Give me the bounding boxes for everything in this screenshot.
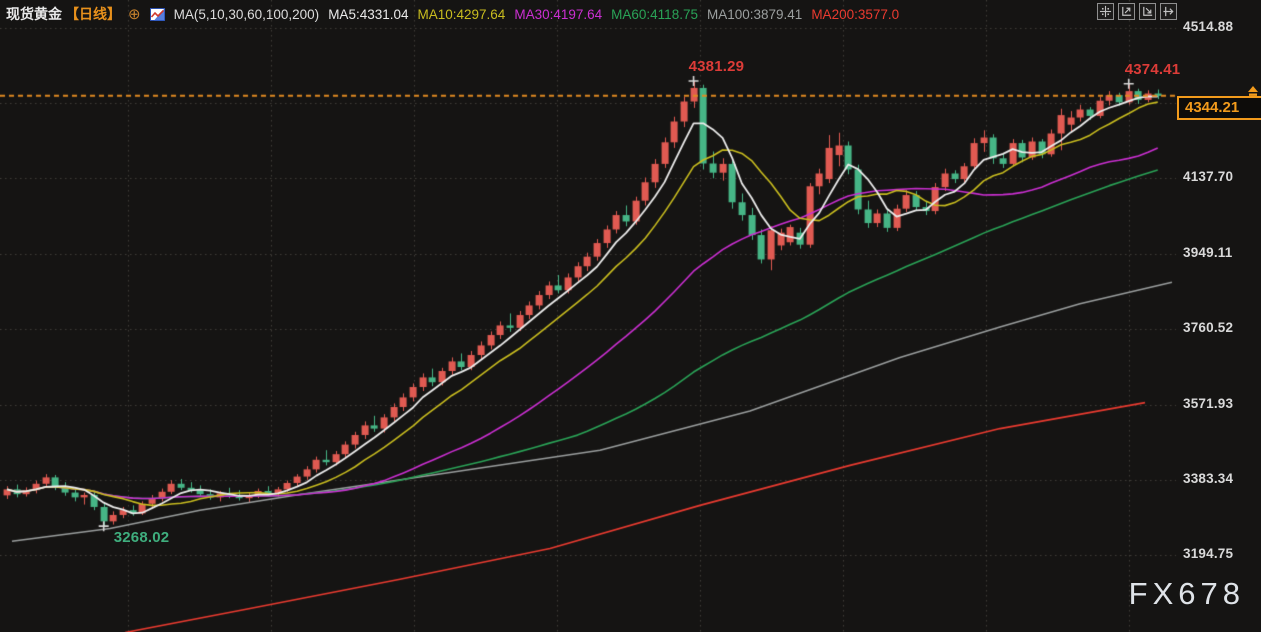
pan-to-latest-icon[interactable] bbox=[1160, 3, 1177, 20]
low-price-annotation: 3268.02 bbox=[114, 529, 170, 546]
watermark: FX678 bbox=[1129, 576, 1245, 612]
scale-axis-left-icon[interactable] bbox=[1118, 3, 1135, 20]
y-axis-label: 4137.70 bbox=[1183, 169, 1259, 184]
symbol-title: 现货黄金 bbox=[6, 4, 62, 24]
chart-header: 现货黄金 【日线】 ⊕ MA(5,10,30,60,100,200) MA5:4… bbox=[6, 4, 899, 24]
timeframe-label[interactable]: 【日线】 bbox=[65, 4, 121, 24]
ma10-value-label: MA10:4297.64 bbox=[418, 7, 506, 22]
scale-axis-right-icon[interactable] bbox=[1139, 3, 1156, 20]
ma60-value-label: MA60:4118.75 bbox=[611, 7, 698, 22]
high-price-annotation: 4381.29 bbox=[689, 58, 745, 75]
ma100-value-label: MA100:3879.41 bbox=[707, 7, 802, 22]
price-arrow-icon[interactable] bbox=[1246, 84, 1260, 95]
y-axis-label: 3949.11 bbox=[1183, 245, 1259, 260]
y-axis-label: 3571.93 bbox=[1183, 396, 1259, 411]
y-axis-label: 3194.75 bbox=[1183, 546, 1259, 561]
ma5-value-label: MA5:4331.04 bbox=[328, 7, 408, 22]
ma200-value-label: MA200:3577.0 bbox=[811, 7, 899, 22]
y-axis-label: 3383.34 bbox=[1183, 471, 1259, 486]
indicator-chart-icon[interactable] bbox=[150, 8, 165, 21]
y-axis-label: 4514.88 bbox=[1183, 19, 1259, 34]
chart-toolbar bbox=[1097, 3, 1177, 20]
crosshair-move-icon[interactable] bbox=[1097, 3, 1114, 20]
price-chart-canvas[interactable] bbox=[0, 0, 1261, 632]
ma30-value-label: MA30:4197.64 bbox=[514, 7, 602, 22]
recent-high-price-annotation: 4374.41 bbox=[1125, 61, 1181, 78]
last-price-tag[interactable]: 4344.21 bbox=[1177, 96, 1261, 120]
y-axis-label: 3760.52 bbox=[1183, 320, 1259, 335]
add-indicator-icon[interactable]: ⊕ bbox=[128, 7, 141, 22]
ma-group-label: MA(5,10,30,60,100,200) bbox=[174, 7, 320, 22]
trading-chart-app: 现货黄金 【日线】 ⊕ MA(5,10,30,60,100,200) MA5:4… bbox=[0, 0, 1261, 632]
